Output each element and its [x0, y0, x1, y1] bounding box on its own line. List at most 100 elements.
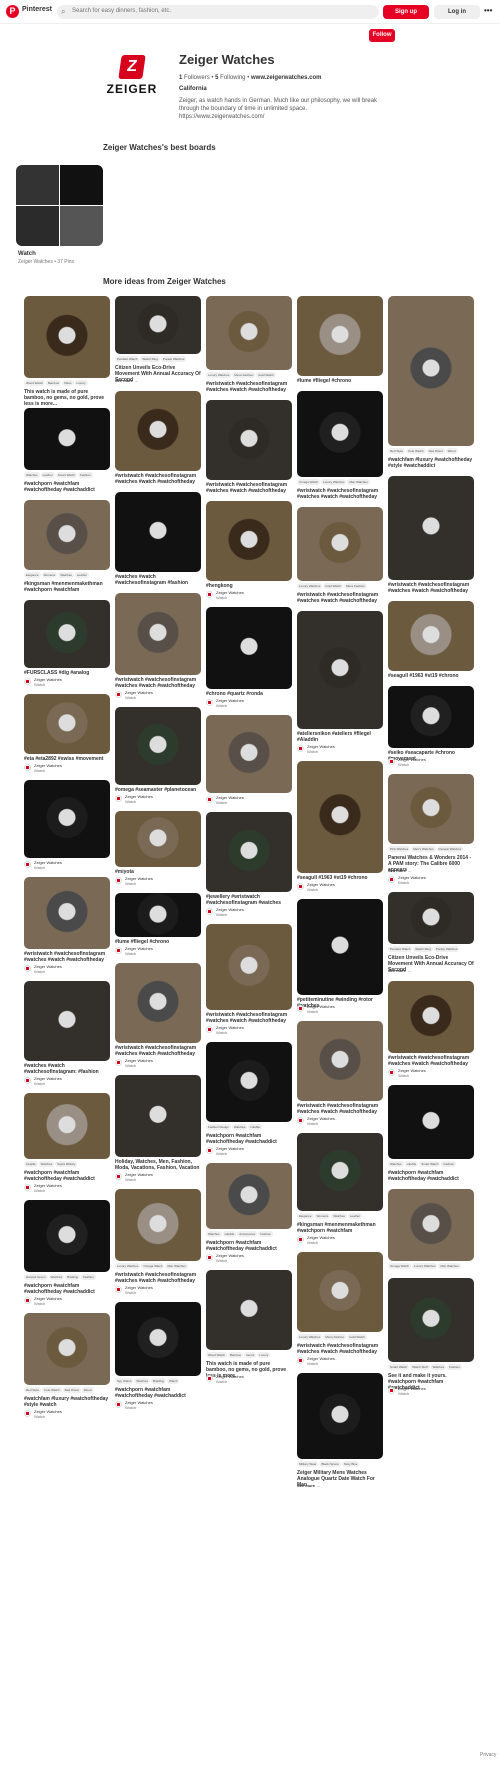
pin-board-name[interactable]: Watch — [125, 695, 136, 700]
pin-image[interactable] — [388, 981, 474, 1053]
pin-image[interactable] — [206, 1163, 292, 1229]
pin-title[interactable]: #eta #eta2892 #swiss #movement — [24, 756, 110, 762]
pin-title[interactable]: #kingsman #menmenmakethman #watchporn #w… — [297, 1222, 383, 1234]
pin-board-name[interactable]: Watch — [125, 951, 136, 956]
pin-tag[interactable]: Fashion — [81, 1274, 96, 1280]
pinner-avatar[interactable] — [388, 876, 395, 883]
pin-title[interactable]: #watchfam #luxury #watchoftheday #style … — [388, 457, 474, 469]
pin-image[interactable] — [24, 1200, 110, 1272]
pinner-avatar[interactable] — [24, 1184, 31, 1191]
pin-image[interactable] — [24, 694, 110, 754]
see-more-link[interactable]: See more → — [388, 868, 411, 873]
pin-tag[interactable]: Fashion — [258, 1231, 274, 1237]
pin-tag[interactable]: Watches — [38, 1161, 55, 1167]
pin-title[interactable]: #wristwatch #watchesofinstagram #watches… — [24, 951, 110, 963]
pin-tag[interactable]: Harvest Green — [24, 1274, 48, 1280]
pin-tag[interactable]: Watches — [48, 1274, 65, 1280]
pin-title[interactable]: This watch is made of pure bamboo, no ge… — [24, 389, 110, 407]
pin-tag[interactable]: Watches — [331, 1213, 347, 1219]
pin-image[interactable] — [388, 774, 474, 844]
pin-tag[interactable]: Wood Watch — [206, 1352, 228, 1358]
pin-tag[interactable]: Omega Watch — [297, 479, 321, 485]
pin-image[interactable] — [388, 476, 474, 580]
pin-image[interactable] — [388, 1189, 474, 1261]
pinner-avatar[interactable] — [206, 1254, 213, 1261]
pin-board-name[interactable]: Watch — [216, 595, 227, 600]
pin-board-name[interactable]: Watch — [34, 969, 45, 974]
pin-image[interactable] — [24, 780, 110, 858]
pin-tag[interactable]: Watch Ring — [140, 356, 160, 362]
pin-tag[interactable]: Mens Fashion — [343, 583, 367, 589]
pin-image[interactable] — [388, 1278, 474, 1362]
pinner-avatar[interactable] — [24, 965, 31, 972]
pin-tag[interactable]: Elegance — [297, 1213, 314, 1219]
pin-title[interactable]: #lume #fliegel #chrono — [115, 939, 201, 945]
pin-title[interactable]: #watchfam #luxury #watchoftheday #style … — [24, 1396, 110, 1408]
pin-title[interactable]: #chrono #quartz #ronda — [206, 691, 292, 697]
pin-board-name[interactable]: Watch — [307, 1121, 318, 1126]
pin-tag[interactable]: Watch — [166, 1378, 180, 1384]
pin-title[interactable]: #lume #fliegel #chrono — [297, 378, 383, 384]
pin-image[interactable] — [206, 400, 292, 480]
pin-image[interactable] — [388, 601, 474, 671]
pin-title[interactable]: #wristwatch #watchesofinstagram #watches… — [297, 592, 383, 604]
pin-tag[interactable]: Watches — [206, 1231, 222, 1237]
pin-tag[interactable]: Navy Blue — [341, 1461, 360, 1467]
more-options-icon[interactable]: ••• — [484, 6, 492, 15]
pin-tag[interactable]: Swiss Military — [55, 1161, 78, 1167]
privacy-link[interactable]: Privacy — [480, 1752, 496, 1758]
pin-tag[interactable]: Men's Watches — [411, 846, 436, 852]
pin-tag[interactable]: Womens — [314, 1213, 331, 1219]
pin-image[interactable] — [115, 811, 201, 867]
pin-title[interactable]: #watches #watch #watchesofinstagram #fas… — [115, 574, 201, 586]
pin-tag[interactable]: Elegance — [24, 572, 41, 578]
pin-title[interactable]: #watchporn #watchfam #watchoftheday #wat… — [388, 1170, 474, 1182]
pin-title[interactable]: #wristwatch #watchesofinstagram #watches… — [206, 381, 292, 393]
pinner-avatar[interactable] — [206, 1026, 213, 1033]
pin-board-name[interactable]: Watch — [216, 703, 227, 708]
pin-board-name[interactable]: Watch — [34, 1081, 45, 1086]
pin-image[interactable] — [115, 593, 201, 675]
pin-title[interactable]: #wristwatch #watchesofinstagram #watches… — [115, 1272, 201, 1284]
pin-tag[interactable]: Smart Watch — [419, 1161, 441, 1167]
pin-tag[interactable]: Spy Watch — [115, 1378, 134, 1384]
pin-tag[interactable]: Wood — [445, 448, 458, 454]
pin-title[interactable]: #watchporn #watchfam #watchoftheday #wat… — [24, 1170, 110, 1182]
pin-tag[interactable]: Red Wood — [426, 448, 445, 454]
pinner-avatar[interactable] — [115, 1286, 122, 1293]
pin-tag[interactable]: Fashion — [447, 1364, 462, 1370]
board-cover[interactable] — [16, 165, 103, 246]
pinner-avatar[interactable] — [388, 1387, 395, 1394]
pin-image[interactable] — [24, 1313, 110, 1385]
pinner-avatar[interactable] — [206, 1375, 213, 1382]
pin-tag[interactable]: Luxury Watches — [297, 583, 323, 589]
pin-board-name[interactable]: Watch — [398, 1073, 409, 1078]
pinner-avatar[interactable] — [24, 1077, 31, 1084]
pin-image[interactable] — [24, 500, 110, 570]
pin-tag[interactable]: Luxury — [257, 1352, 271, 1358]
pin-image[interactable] — [297, 391, 383, 477]
pin-tag[interactable]: Watches — [24, 472, 40, 478]
pinner-avatar[interactable] — [115, 1401, 122, 1408]
pinner-avatar[interactable] — [297, 1117, 304, 1124]
pin-image[interactable] — [297, 1021, 383, 1101]
pin-image[interactable] — [115, 963, 201, 1043]
pin-image[interactable] — [115, 1075, 201, 1157]
pin-image[interactable] — [297, 761, 383, 873]
pin-tag[interactable]: Braiding — [65, 1274, 81, 1280]
pin-image[interactable] — [206, 715, 292, 793]
pinner-avatar[interactable] — [115, 877, 122, 884]
pin-title[interactable]: #wristwatch #watchesofinstagram #watches… — [206, 482, 292, 494]
pin-tag[interactable]: Wood — [81, 1387, 94, 1393]
pin-title[interactable]: #wristwatch #watchesofinstagram #watches… — [115, 677, 201, 689]
pinner-avatar[interactable] — [115, 691, 122, 698]
pin-title[interactable]: #watchporn #watchfam #watchoftheday #wat… — [24, 1283, 110, 1295]
pin-tag[interactable]: LikeMe — [24, 1161, 38, 1167]
pinner-avatar[interactable] — [115, 1059, 122, 1066]
pin-board-name[interactable]: Watch — [34, 1414, 45, 1419]
pin-board-name[interactable]: Watch — [125, 881, 136, 886]
pin-tag[interactable]: Smart Watch — [388, 1364, 410, 1370]
pin-tag[interactable]: Braiding — [150, 1378, 166, 1384]
pinner-avatar[interactable] — [206, 796, 213, 803]
pin-tag[interactable]: Luxury Watches — [321, 479, 347, 485]
